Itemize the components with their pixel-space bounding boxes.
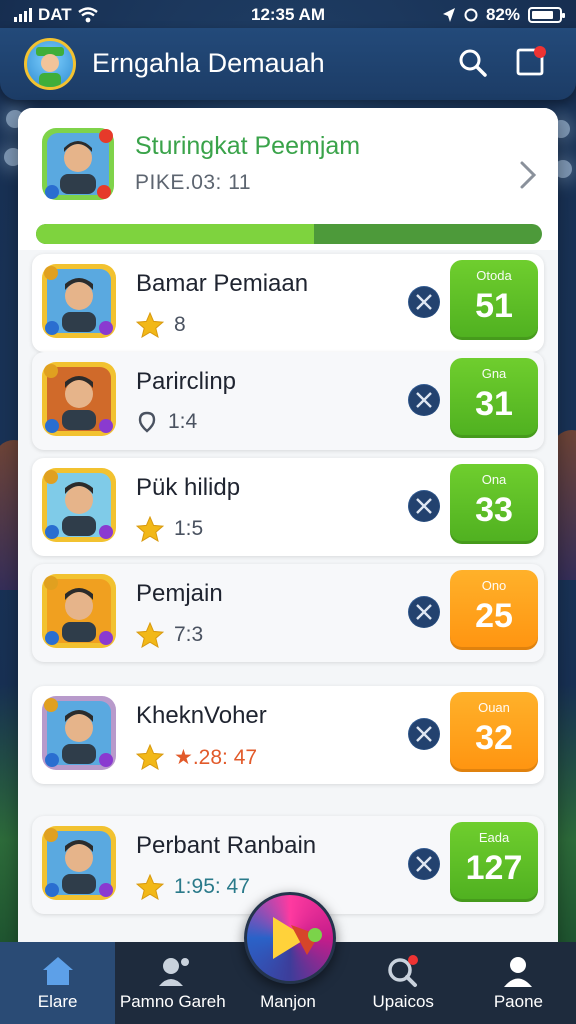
score-box[interactable]: Gna 31 bbox=[450, 358, 538, 438]
score-label: Eada bbox=[478, 830, 510, 845]
featured-progress-bar bbox=[36, 224, 542, 244]
home-icon bbox=[42, 957, 73, 985]
player-meta-value: 7:3 bbox=[174, 623, 204, 646]
player-meta: ★.28: 47 bbox=[136, 744, 257, 770]
app-header: Erngahla Demauah bbox=[0, 28, 576, 100]
star-icon bbox=[136, 622, 164, 648]
featured-player-card[interactable]: Sturingkat Peemjam PIKE.03: 11 bbox=[18, 108, 558, 250]
nav-item-players[interactable]: Pamno Gareh bbox=[115, 942, 230, 1024]
player-meta: 7:3 bbox=[136, 622, 203, 648]
player-avatar-icon bbox=[42, 574, 116, 648]
player-name: Pük hilidp bbox=[136, 474, 241, 501]
crossed-swords-icon[interactable] bbox=[408, 286, 440, 318]
player-meta-value: 1:95: 47 bbox=[174, 875, 250, 898]
player-meta-value: 8 bbox=[174, 313, 186, 336]
score-label: Ona bbox=[481, 472, 507, 487]
star-icon bbox=[136, 516, 164, 542]
players-icon bbox=[158, 958, 189, 986]
score-label: Otoda bbox=[476, 268, 512, 283]
player-name: Bamar Pemiaan bbox=[136, 270, 309, 297]
player-meta-value: 1:5 bbox=[174, 517, 204, 540]
player-row[interactable]: Bamar Pemiaan 8 Otoda 51 bbox=[32, 254, 544, 352]
featured-player-name: Sturingkat Peemjam bbox=[135, 132, 361, 160]
player-avatar-icon bbox=[42, 826, 116, 900]
star-icon bbox=[136, 312, 164, 338]
notification-icon[interactable] bbox=[514, 46, 546, 78]
player-row[interactable]: Pemjain 7:3 Ono 25 bbox=[32, 564, 544, 662]
location-pin-icon bbox=[138, 411, 156, 433]
score-box[interactable]: Ona 33 bbox=[450, 464, 538, 544]
player-avatar-icon bbox=[42, 362, 116, 436]
score-box[interactable]: Ono 25 bbox=[450, 570, 538, 650]
player-row[interactable]: KheknVoher ★.28: 47 Ouan 32 bbox=[32, 686, 544, 784]
player-avatar-icon bbox=[42, 696, 116, 770]
player-name: Parirclinp bbox=[136, 368, 237, 395]
crossed-swords-icon[interactable] bbox=[408, 490, 440, 522]
nav-item-search[interactable]: Upaicos bbox=[346, 942, 461, 1024]
player-row[interactable]: Parirclinp 1:4 Gna 31 bbox=[32, 352, 544, 450]
score-label: Ono bbox=[481, 578, 507, 593]
search-icon[interactable] bbox=[458, 48, 488, 78]
player-name: KheknVoher bbox=[136, 702, 267, 729]
star-icon bbox=[136, 744, 164, 770]
score-value: 25 bbox=[475, 597, 513, 635]
search-notify-icon bbox=[388, 955, 419, 987]
player-avatar-icon[interactable] bbox=[24, 38, 76, 90]
leaderboard-panel: Sturingkat Peemjam PIKE.03: 11 Bamar Pem… bbox=[18, 108, 558, 958]
chevron-right-icon[interactable] bbox=[516, 158, 540, 192]
score-box[interactable]: Ouan 32 bbox=[450, 692, 538, 772]
crossed-swords-icon[interactable] bbox=[408, 384, 440, 416]
score-box[interactable]: Otoda 51 bbox=[450, 260, 538, 340]
status-bar: DAT 12:35 AM 82% bbox=[0, 0, 576, 30]
player-meta-value: 1:4 bbox=[168, 410, 198, 433]
battery-percent: 82% bbox=[485, 5, 520, 24]
crossed-swords-icon[interactable] bbox=[408, 596, 440, 628]
crossed-swords-icon[interactable] bbox=[408, 848, 440, 880]
featured-player-subtitle: PIKE.03: 11 bbox=[135, 171, 252, 194]
location-icon bbox=[442, 8, 455, 22]
play-icon[interactable] bbox=[244, 892, 336, 984]
score-value: 31 bbox=[475, 385, 513, 423]
score-box[interactable]: Eada 127 bbox=[450, 822, 538, 902]
score-value: 127 bbox=[465, 849, 523, 887]
alarm-icon bbox=[464, 8, 478, 22]
player-row[interactable]: Pük hilidp 1:5 Ona 33 bbox=[32, 458, 544, 556]
crossed-swords-icon[interactable] bbox=[408, 718, 440, 750]
nav-item-profile[interactable]: Paone bbox=[461, 942, 576, 1024]
player-name: Perbant Ranbain bbox=[136, 832, 317, 859]
nav-label-profile: Paone bbox=[493, 992, 543, 1011]
score-label: Ouan bbox=[478, 700, 510, 715]
page-title: Erngahla Demauah bbox=[92, 48, 325, 78]
nav-label-search: Upaicos bbox=[372, 992, 434, 1011]
battery-icon bbox=[528, 7, 565, 23]
profile-icon bbox=[504, 957, 533, 987]
player-avatar-icon bbox=[42, 264, 116, 338]
player-meta: 1:4 bbox=[136, 410, 197, 434]
nav-label-players: Pamno Gareh bbox=[119, 992, 226, 1011]
score-value: 51 bbox=[475, 287, 513, 325]
featured-progress-fill bbox=[36, 224, 315, 244]
score-value: 32 bbox=[475, 719, 513, 757]
player-meta: 1:95: 47 bbox=[136, 874, 250, 900]
player-meta-value: ★.28: 47 bbox=[174, 745, 258, 769]
player-meta: 8 bbox=[136, 312, 186, 338]
star-icon bbox=[136, 874, 164, 900]
player-meta: 1:5 bbox=[136, 516, 203, 542]
player-avatar-icon bbox=[42, 468, 116, 542]
nav-label-play: Manjon bbox=[260, 992, 316, 1011]
score-label: Gna bbox=[481, 366, 507, 381]
score-value: 33 bbox=[475, 491, 513, 529]
nav-label-home: Elare bbox=[37, 992, 78, 1011]
featured-avatar-icon bbox=[42, 128, 114, 200]
player-name: Pemjain bbox=[136, 580, 223, 607]
nav-item-home[interactable]: Elare bbox=[0, 942, 116, 1024]
